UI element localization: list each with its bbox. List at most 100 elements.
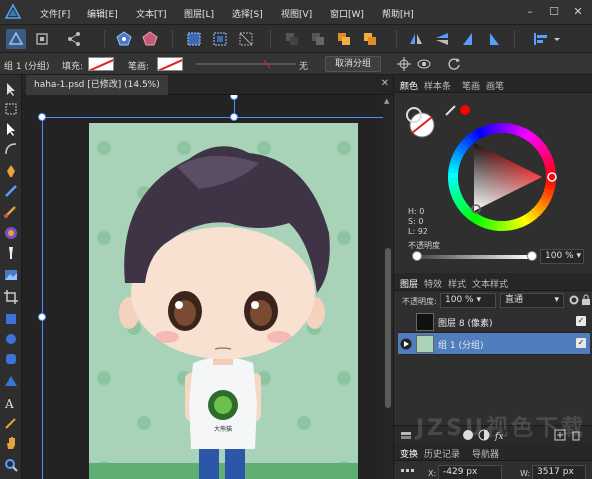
- menu-help[interactable]: 帮助[H]: [382, 7, 414, 20]
- tab-styles[interactable]: 样式: [448, 277, 466, 290]
- shape-ghost-icon[interactable]: [140, 29, 160, 49]
- tab-transform[interactable]: 变换: [400, 447, 418, 460]
- selection-handle-middle-left[interactable]: [38, 313, 46, 321]
- arrange-forward-icon[interactable]: [334, 29, 354, 49]
- place-image-icon[interactable]: [3, 267, 19, 283]
- layer-visibility-checkbox[interactable]: ✓: [576, 338, 586, 348]
- minimize-button[interactable]: –: [522, 4, 538, 20]
- opacity-field[interactable]: 100 % ▾: [540, 249, 584, 264]
- pencil-tool-icon[interactable]: [3, 183, 19, 199]
- tab-stroke[interactable]: 笔画: [462, 79, 480, 92]
- preview-eye-icon[interactable]: [416, 56, 432, 72]
- selection-handle-top-center[interactable]: [230, 113, 238, 121]
- snap-frame-icon[interactable]: [184, 29, 204, 49]
- triangle-tool-icon[interactable]: [3, 373, 19, 389]
- eyedropper-icon[interactable]: [444, 103, 458, 117]
- menu-window[interactable]: 窗口[W]: [330, 7, 364, 20]
- pixel-persona-icon[interactable]: [32, 29, 52, 49]
- fill-tool-icon[interactable]: [3, 225, 19, 241]
- align-dropdown-icon[interactable]: [530, 29, 564, 49]
- affinity-logo-icon: [4, 3, 22, 19]
- arrange-back-icon[interactable]: [282, 29, 302, 49]
- menu-edit[interactable]: 编辑[E]: [87, 7, 118, 20]
- text-tool-icon[interactable]: A: [3, 395, 19, 411]
- tab-effects[interactable]: 特效: [424, 277, 442, 290]
- layer-opacity-field[interactable]: 100 % ▾: [440, 293, 496, 308]
- zoom-tool-icon[interactable]: [3, 457, 19, 473]
- snap-bounds-icon[interactable]: [210, 29, 230, 49]
- rotation-handle[interactable]: [230, 95, 238, 100]
- fill-label: 填充:: [62, 62, 84, 72]
- close-document-button[interactable]: ✕: [381, 78, 389, 89]
- refresh-icon[interactable]: [446, 56, 462, 72]
- canvas-area[interactable]: 大熊猫: [22, 95, 383, 479]
- width-field[interactable]: 3517 px: [532, 465, 586, 479]
- color-wheel[interactable]: [442, 117, 562, 237]
- layer-row-selected[interactable]: 组 1 (分组) ✓: [398, 333, 590, 355]
- context-toolbar: 组 1 (分组) 填充: 笔画: 无 取消分组: [0, 53, 592, 75]
- tab-text-styles[interactable]: 文本样式: [472, 277, 508, 290]
- snap-grid-icon[interactable]: [236, 29, 256, 49]
- fill-stroke-swatch-icon[interactable]: [402, 105, 438, 139]
- flip-horizontal-icon[interactable]: [406, 29, 426, 49]
- tab-navigator[interactable]: 导航器: [472, 447, 499, 460]
- tab-color[interactable]: 颜色: [400, 79, 418, 92]
- opacity-slider-knob[interactable]: [527, 251, 537, 261]
- fill-swatch[interactable]: [88, 57, 114, 71]
- stroke-swatch[interactable]: [157, 57, 183, 71]
- tab-swatches[interactable]: 样本条: [424, 79, 451, 92]
- color-picker-icon[interactable]: [3, 415, 19, 431]
- tab-layers[interactable]: 图层: [400, 277, 418, 290]
- vertical-scrollbar-thumb[interactable]: [385, 248, 391, 408]
- layer-visibility-checkbox[interactable]: ✓: [576, 316, 586, 326]
- tab-brushes[interactable]: 画笔: [486, 79, 504, 92]
- arrange-front-icon[interactable]: [360, 29, 380, 49]
- transparency-tool-icon[interactable]: [3, 245, 19, 261]
- artboard-tool-icon[interactable]: [3, 101, 19, 117]
- pen-tool-icon[interactable]: [3, 163, 19, 179]
- anchor-point-icon[interactable]: [400, 467, 416, 477]
- move-tool-icon[interactable]: [3, 81, 19, 97]
- node-tool-icon[interactable]: [3, 121, 19, 137]
- menu-bar: 文件[F] 编辑[E] 文本[T] 图层[L] 选择[S] 视图[V] 窗口[W…: [0, 0, 592, 25]
- tab-history[interactable]: 历史记录: [424, 447, 460, 460]
- blend-mode-value: 直通: [505, 295, 524, 305]
- toolbar: [0, 25, 592, 53]
- layer-row[interactable]: 图层 8 (像素) ✓: [398, 311, 590, 333]
- expand-group-icon[interactable]: [400, 338, 412, 350]
- menu-layer[interactable]: 图层[L]: [184, 7, 214, 20]
- rectangle-tool-icon[interactable]: [3, 311, 19, 327]
- layer-lock-icon[interactable]: [581, 294, 591, 306]
- crop-tool-icon[interactable]: [3, 289, 19, 305]
- corner-tool-icon[interactable]: [3, 141, 19, 157]
- document-tab[interactable]: haha-1.psd [已修改] (14.5%): [26, 75, 168, 95]
- scroll-up-arrow-icon[interactable]: ▲: [384, 97, 389, 105]
- ungroup-button[interactable]: 取消分组: [325, 56, 381, 72]
- designer-persona-icon[interactable]: [6, 29, 26, 49]
- menu-text[interactable]: 文本[T]: [136, 7, 167, 20]
- stroke-width-slider[interactable]: [196, 58, 296, 70]
- shape-pentagon-icon[interactable]: [114, 29, 134, 49]
- flip-vertical-icon[interactable]: [432, 29, 452, 49]
- arrange-backward-icon[interactable]: [308, 29, 328, 49]
- artboard-image[interactable]: 大熊猫: [89, 123, 358, 479]
- close-window-button[interactable]: ✕: [570, 4, 586, 20]
- ellipse-tool-icon[interactable]: [3, 331, 19, 347]
- layer-stack-icon[interactable]: [400, 429, 412, 441]
- transform-origin-icon[interactable]: [396, 56, 412, 72]
- rotate-left-icon[interactable]: [458, 29, 478, 49]
- opacity-slider-track[interactable]: [416, 255, 532, 259]
- menu-select[interactable]: 选择[S]: [232, 7, 263, 20]
- share-icon[interactable]: [64, 29, 84, 49]
- x-position-field[interactable]: -429 px: [438, 465, 502, 479]
- hand-tool-icon[interactable]: [3, 435, 19, 451]
- menu-file[interactable]: 文件[F]: [40, 7, 70, 20]
- rounded-rect-tool-icon[interactable]: [3, 351, 19, 367]
- vector-brush-icon[interactable]: [3, 203, 19, 219]
- layer-settings-gear-icon[interactable]: [568, 294, 580, 306]
- selection-handle-top-left[interactable]: [38, 113, 46, 121]
- maximize-button[interactable]: ☐: [546, 4, 562, 20]
- menu-view[interactable]: 视图[V]: [281, 7, 312, 20]
- rotate-right-icon[interactable]: [484, 29, 504, 49]
- blend-mode-select[interactable]: 直通 ▾: [500, 293, 564, 308]
